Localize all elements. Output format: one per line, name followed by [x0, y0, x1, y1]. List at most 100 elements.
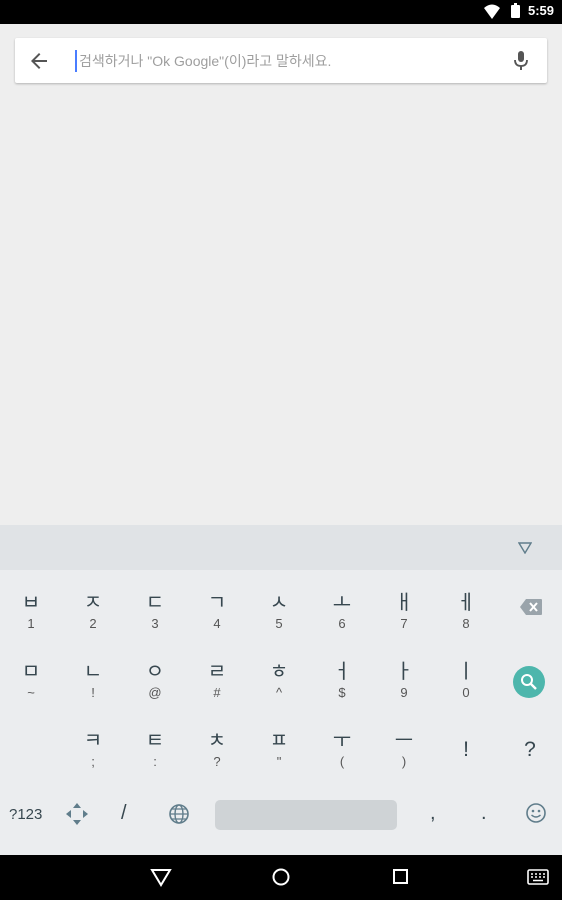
- key-main: ㅔ: [456, 590, 476, 614]
- key-sub: #: [213, 685, 221, 700]
- keyboard-switch-icon[interactable]: [527, 869, 549, 885]
- key-sub: :: [153, 754, 157, 769]
- key-sub: 7: [400, 616, 408, 631]
- mic-icon[interactable]: [511, 50, 531, 72]
- key-u[interactable]: ㅜ(: [312, 718, 372, 778]
- period-key[interactable]: .: [481, 802, 487, 825]
- key-sub: ^: [275, 685, 283, 700]
- backspace-key[interactable]: [500, 580, 560, 640]
- key-h[interactable]: ㅎ ^: [249, 649, 309, 709]
- status-bar: 5:59: [0, 0, 562, 24]
- keyboard-bottom-row: ?123 / , .: [0, 790, 562, 850]
- key-sub: ;: [91, 754, 95, 769]
- key-r[interactable]: ㄹ #: [187, 649, 247, 709]
- key-main: ㄹ: [207, 659, 227, 683]
- key-main: ㅍ: [269, 728, 289, 752]
- key-a[interactable]: ㅏ9: [374, 649, 434, 709]
- key-main: ㅋ: [83, 728, 103, 752]
- key-sub: ?: [213, 754, 221, 769]
- battery-icon: [511, 3, 520, 18]
- key-e[interactable]: ㅔ8: [436, 580, 496, 640]
- key-main: ㅁ: [21, 659, 41, 683]
- key-main: ㅜ: [332, 728, 352, 752]
- key-sub: 2: [89, 616, 97, 631]
- key-main: ㅇ: [145, 659, 165, 683]
- keyboard: ㅂ1 ㅈ2 ㄷ3 ㄱ4 ㅅ5 ㅗ6 ㅐ7 ㅔ8 ㅁ ~ ㄴ! ㅇ @ ㄹ # ㅎ ^ ㅓ…: [0, 525, 562, 855]
- key-main: ㄱ: [207, 590, 227, 614]
- key-ch[interactable]: ㅊ?: [187, 718, 247, 778]
- keyboard-suggestion-strip: [0, 525, 562, 570]
- key-sub: 5: [275, 616, 283, 631]
- key-main: ㅓ: [332, 659, 352, 683]
- nav-home-icon[interactable]: [271, 867, 291, 887]
- key-label: !: [463, 738, 469, 761]
- key-main: ㅗ: [332, 590, 352, 614]
- key-main: ㅡ: [394, 728, 414, 752]
- key-sub: ): [401, 754, 407, 769]
- key-main: ㅊ: [207, 728, 227, 752]
- symbols-key[interactable]: ?123: [9, 806, 42, 823]
- key-s[interactable]: ㅅ5: [249, 580, 309, 640]
- search-bar: [15, 38, 547, 83]
- key-eu[interactable]: ㅡ): [374, 718, 434, 778]
- space-key[interactable]: [215, 800, 397, 830]
- key-sub: 6: [338, 616, 346, 631]
- backspace-icon: [520, 599, 542, 615]
- key-sub: 1: [27, 616, 35, 631]
- nav-back-icon[interactable]: [150, 867, 172, 887]
- status-time: 5:59: [527, 3, 554, 18]
- key-t[interactable]: ㅌ:: [125, 718, 185, 778]
- key-k[interactable]: ㅋ;: [63, 718, 123, 778]
- back-arrow-icon[interactable]: [27, 49, 51, 73]
- key-sub: 0: [462, 685, 470, 700]
- key-main: ㅂ: [21, 590, 41, 614]
- key-g[interactable]: ㄱ4: [187, 580, 247, 640]
- key-sub: @: [148, 685, 162, 700]
- search-key[interactable]: [500, 649, 560, 709]
- key-main: ㅣ: [456, 659, 476, 683]
- key-question[interactable]: ?: [500, 718, 560, 778]
- collapse-keyboard-icon[interactable]: [518, 542, 532, 554]
- key-main: ㅈ: [83, 590, 103, 614]
- slash-key[interactable]: /: [121, 802, 127, 825]
- key-i[interactable]: ㅣ0: [436, 649, 496, 709]
- key-exclamation[interactable]: !: [436, 718, 496, 778]
- globe-icon[interactable]: [168, 803, 190, 825]
- key-main: ㄴ: [83, 659, 103, 683]
- key-sub: !: [91, 685, 95, 700]
- key-main: ㅅ: [269, 590, 289, 614]
- comma-key[interactable]: ,: [430, 802, 436, 825]
- key-main: ㅏ: [394, 659, 414, 683]
- key-main: ㅐ: [394, 590, 414, 614]
- cursor-move-icon[interactable]: [63, 800, 91, 828]
- key-sub: 9: [400, 685, 408, 700]
- search-icon: [521, 674, 537, 690]
- key-b[interactable]: ㅂ1: [1, 580, 61, 640]
- key-n[interactable]: ㄴ!: [63, 649, 123, 709]
- key-sub: ~: [27, 685, 35, 700]
- key-d[interactable]: ㄷ3: [125, 580, 185, 640]
- key-label: ?: [524, 738, 536, 761]
- wifi-icon: [484, 4, 500, 19]
- key-ng[interactable]: ㅇ @: [125, 649, 185, 709]
- key-main: ㅌ: [145, 728, 165, 752]
- search-input[interactable]: [75, 50, 499, 72]
- key-sub: 3: [151, 616, 159, 631]
- key-sub: ": [276, 754, 282, 769]
- navigation-bar: [0, 855, 562, 900]
- key-sub: (: [339, 754, 345, 769]
- key-m[interactable]: ㅁ ~: [1, 649, 61, 709]
- nav-recents-icon[interactable]: [392, 867, 410, 887]
- key-o[interactable]: ㅗ6: [312, 580, 372, 640]
- key-main: ㅎ: [269, 659, 289, 683]
- key-j[interactable]: ㅈ2: [63, 580, 123, 640]
- emoji-icon[interactable]: [525, 802, 547, 824]
- key-main: ㄷ: [145, 590, 165, 614]
- search-key-background: [513, 666, 545, 698]
- key-sub: 4: [213, 616, 221, 631]
- key-sub: 8: [462, 616, 470, 631]
- key-sub: $: [338, 685, 346, 700]
- key-p[interactable]: ㅍ ": [249, 718, 309, 778]
- key-ae[interactable]: ㅐ7: [374, 580, 434, 640]
- key-eo[interactable]: ㅓ $: [312, 649, 372, 709]
